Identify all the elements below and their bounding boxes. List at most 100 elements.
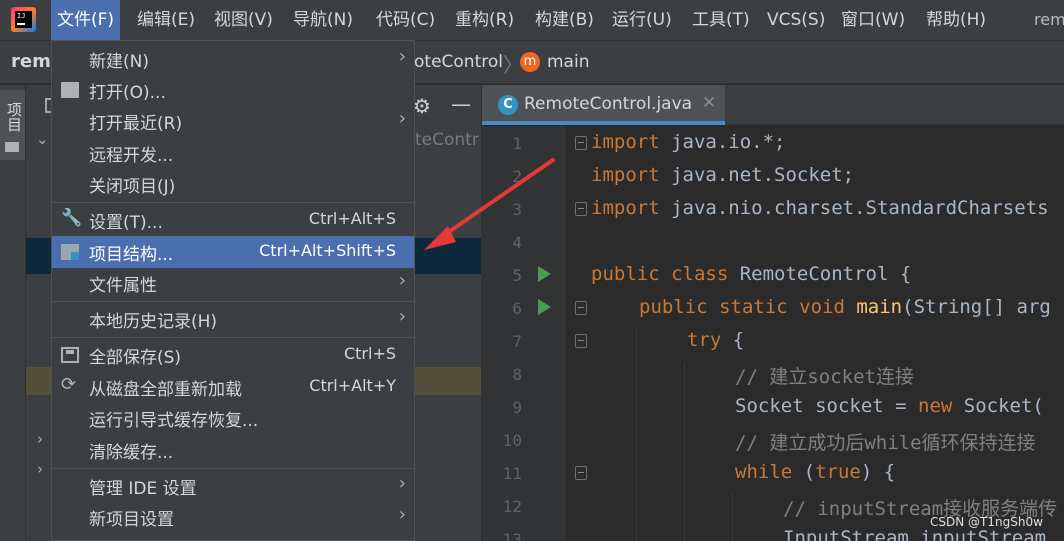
code-line-6[interactable]: public static void main(String[] arg <box>639 296 1051 318</box>
gear-icon[interactable]: ⚙ <box>413 94 431 118</box>
tree-item-label[interactable]: teContr <box>415 130 479 150</box>
menu-item-label: 新建(N) <box>89 52 149 72</box>
menu-item-remote-dev[interactable]: 远程开发... <box>52 137 414 169</box>
function-name: main <box>856 296 903 318</box>
fold-icon[interactable] <box>575 202 587 216</box>
menu-item-project-structure[interactable]: 项目结构... Ctrl+Alt+Shift+S <box>52 236 414 268</box>
menu-item-label: 新项目设置 <box>89 510 174 530</box>
menu-item-local-history[interactable]: 本地历史记录(H) › <box>52 303 414 335</box>
menu-item-open-recent[interactable]: 打开最近(R) › <box>52 105 414 137</box>
breadcrumb-class[interactable]: oteControl <box>414 52 503 72</box>
line-number: 8 <box>512 365 522 384</box>
project-tool-window-tab[interactable]: 项目 <box>0 90 25 160</box>
line-number: 1 <box>512 134 522 153</box>
menu-item-file-properties[interactable]: 文件属性 › <box>52 267 414 299</box>
code-text: Socket socket = <box>735 395 919 417</box>
line-number: 4 <box>512 233 522 252</box>
menu-build[interactable]: 构建(B) <box>529 0 600 40</box>
menu-separator <box>52 301 414 302</box>
line-number: 5 <box>512 266 522 285</box>
run-icon[interactable] <box>538 266 551 282</box>
window-title: rem <box>1034 10 1064 29</box>
menu-item-label: 打开(O)... <box>89 83 166 103</box>
menu-item-label: 本地历史记录(H) <box>89 312 218 332</box>
indent-guide <box>636 329 637 541</box>
intellij-logo-icon[interactable]: IJ <box>11 7 36 32</box>
menu-item-manage-ide-settings[interactable]: 管理 IDE 设置 › <box>52 470 414 502</box>
code-line-8[interactable]: // 建立socket连接 <box>735 362 914 389</box>
breadcrumb-method[interactable]: main <box>547 52 589 72</box>
menu-item-label: 文件属性 <box>89 276 157 296</box>
editor-tab[interactable]: C RemoteControl.java ✕ <box>482 85 725 125</box>
chevron-right-icon[interactable]: › <box>37 460 43 478</box>
code-line-9[interactable]: Socket socket = new Socket( <box>735 395 1044 417</box>
menu-item-settings[interactable]: 🔧 设置(T)... Ctrl+Alt+S <box>52 204 414 236</box>
menu-navigate[interactable]: 导航(N) <box>287 0 359 40</box>
menu-item-label: 远程开发... <box>89 146 174 166</box>
menu-view[interactable]: 视图(V) <box>208 0 279 40</box>
code-line-13[interactable]: InputStream inputStream <box>783 527 1046 541</box>
code-line-3[interactable]: import java.nio.charset.StandardCharsets <box>591 197 1049 219</box>
code-line-7[interactable]: try { <box>687 329 744 351</box>
menu-separator <box>52 337 414 338</box>
menu-item-shortcut: Ctrl+Alt+S <box>308 209 396 228</box>
keyword: import <box>591 197 660 219</box>
code-text: java.net.Socket; <box>659 164 855 186</box>
save-icon <box>61 347 79 363</box>
menu-item-invalidate-caches[interactable]: 清除缓存... <box>52 434 414 466</box>
fold-icon[interactable] <box>575 301 587 315</box>
menu-file[interactable]: 文件(F) <box>51 0 121 40</box>
menu-vcs[interactable]: VCS(S) <box>761 0 831 40</box>
keyword: try <box>687 329 722 351</box>
code-line-10[interactable]: // 建立成功后while循环保持连接 <box>735 428 1036 455</box>
code-line-1[interactable]: import java.io.*; <box>591 131 785 153</box>
menu-help[interactable]: 帮助(H) <box>920 0 992 40</box>
menu-edit[interactable]: 编辑(E) <box>131 0 201 40</box>
menu-item-new-project-settings[interactable]: 新项目设置 › <box>52 501 414 533</box>
menu-tools[interactable]: 工具(T) <box>686 0 756 40</box>
menu-item-label: 运行引导式缓存恢复... <box>89 411 259 431</box>
menu-separator <box>52 202 414 203</box>
line-number: 6 <box>512 299 522 318</box>
menu-item-shortcut: Ctrl+S <box>343 344 396 363</box>
code-text: java.nio.charset.StandardCharsets <box>659 197 1049 219</box>
fold-icon[interactable] <box>575 334 587 348</box>
menu-item-open[interactable]: 打开(O)... <box>52 74 414 106</box>
menu-item-label: 打开最近(R) <box>89 114 183 134</box>
menu-item-label: 从磁盘全部重新加载 <box>89 380 242 400</box>
menu-item-new[interactable]: 新建(N) › <box>52 43 414 75</box>
code-line-11[interactable]: while (true) { <box>735 461 895 483</box>
project-tab-label: 项目 <box>5 102 23 132</box>
menu-item-cache-recovery[interactable]: 运行引导式缓存恢复... <box>52 402 414 434</box>
menu-window[interactable]: 窗口(W) <box>835 0 911 40</box>
menu-item-shortcut: Ctrl+Alt+Y <box>309 376 396 395</box>
line-number: 13 <box>502 530 522 541</box>
chevron-right-icon[interactable]: › <box>37 430 43 448</box>
menu-refactor[interactable]: 重构(R) <box>449 0 520 40</box>
java-class-icon: C <box>498 95 518 115</box>
fold-icon[interactable] <box>575 466 587 480</box>
menu-code[interactable]: 代码(C) <box>370 0 441 40</box>
minimize-icon[interactable]: — <box>451 92 471 116</box>
run-icon[interactable] <box>538 299 551 315</box>
menu-item-save-all[interactable]: 全部保存(S) Ctrl+S <box>52 339 414 371</box>
menu-item-label: 项目结构... <box>89 245 174 265</box>
code-text: ) { <box>860 461 896 483</box>
menu-run[interactable]: 运行(U) <box>606 0 678 40</box>
code-text: { <box>721 329 745 351</box>
chevron-down-icon[interactable]: ⌄ <box>36 130 49 148</box>
menu-item-label: 管理 IDE 设置 <box>89 479 197 499</box>
submenu-arrow-icon: › <box>398 504 406 525</box>
menu-item-label: 设置(T)... <box>89 213 163 233</box>
keyword: import <box>591 164 660 186</box>
submenu-arrow-icon: › <box>398 108 406 129</box>
menu-item-close-project[interactable]: 关闭项目(J) <box>52 168 414 200</box>
code-line-2[interactable]: import java.net.Socket; <box>591 164 854 186</box>
menu-separator <box>52 468 414 469</box>
fold-icon[interactable] <box>575 136 587 150</box>
code-line-5[interactable]: public class RemoteControl { <box>591 263 911 285</box>
close-icon[interactable]: ✕ <box>702 93 716 113</box>
line-number: 12 <box>502 497 522 516</box>
folder-icon <box>5 142 19 152</box>
menu-item-reload-all[interactable]: ⟳ 从磁盘全部重新加载 Ctrl+Alt+Y <box>52 371 414 403</box>
